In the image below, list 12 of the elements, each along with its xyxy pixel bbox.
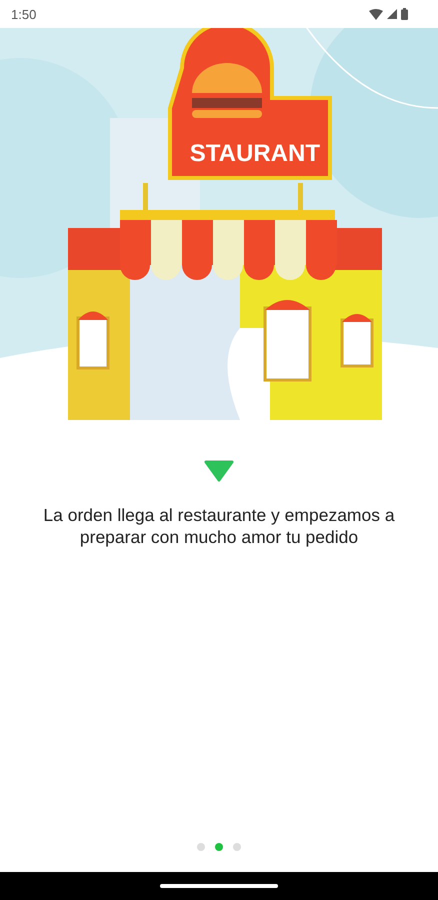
page-dot[interactable]: [197, 843, 205, 851]
status-time: 1:50: [11, 6, 36, 22]
home-handle[interactable]: [160, 884, 278, 888]
caption-text: La orden llega al restaurante y empezamos a preparar con mucho amor tu pedido: [42, 504, 396, 548]
page-dot[interactable]: [215, 843, 223, 851]
page-dot[interactable]: [233, 843, 241, 851]
battery-icon: [401, 8, 408, 20]
sign-text: STAURANT: [190, 140, 320, 167]
burger-icon: [192, 63, 262, 118]
wifi-icon: [369, 8, 383, 20]
signal-icon: [387, 9, 397, 19]
down-arrow-icon: [204, 460, 234, 482]
